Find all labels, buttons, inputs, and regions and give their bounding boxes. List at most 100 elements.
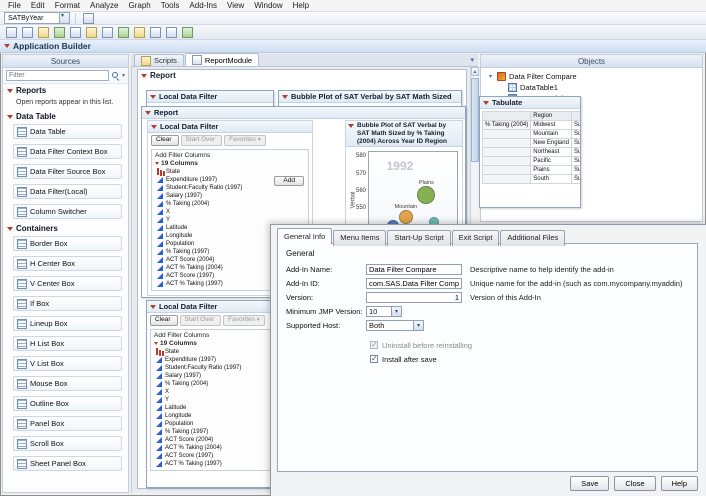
dialog-tab[interactable]: Start-Up Script — [387, 230, 450, 246]
add-button[interactable]: Add — [274, 176, 304, 187]
filter-column-item[interactable]: ACT Score (2004) — [155, 256, 275, 264]
filter-column-item[interactable]: Population — [155, 240, 275, 248]
source-item[interactable]: Data Filter(Local) — [13, 184, 122, 199]
data-table-icon[interactable] — [148, 26, 162, 38]
tabulate-header[interactable]: Tabulate — [480, 97, 580, 109]
source-item[interactable]: Outline Box — [13, 396, 122, 411]
filter-column-item[interactable]: State — [155, 168, 275, 176]
filter-column-item[interactable]: Population — [154, 420, 274, 428]
source-item[interactable]: Sheet Panel Box — [13, 456, 122, 471]
filter-column-item[interactable]: ACT % Taking (2004) — [154, 444, 274, 452]
profile-combo[interactable]: SATByYear — [4, 12, 70, 24]
module-tab[interactable]: Scripts — [134, 54, 184, 66]
source-item[interactable]: If Box — [13, 296, 122, 311]
filter-column-item[interactable]: ACT % Taking (1997) — [155, 280, 275, 288]
menu-item[interactable]: Analyze — [85, 0, 123, 11]
text-field[interactable] — [366, 292, 462, 303]
graph-icon[interactable] — [164, 26, 178, 38]
menu-item[interactable]: File — [3, 0, 26, 11]
scrollbar-thumb[interactable] — [471, 78, 479, 162]
filter-column-item[interactable]: Expenditure (1997) — [154, 356, 274, 364]
chevron-down-icon[interactable] — [59, 13, 69, 23]
filter-column-item[interactable]: Longitude — [155, 232, 275, 240]
expander-icon[interactable] — [487, 73, 494, 80]
menu-item[interactable]: Graph — [124, 0, 156, 11]
dialog-button[interactable]: Save — [570, 476, 609, 491]
source-item[interactable]: Panel Box — [13, 416, 122, 431]
run-script-icon[interactable] — [132, 26, 146, 38]
menu-item[interactable]: Add-Ins — [184, 0, 222, 11]
menu-item[interactable]: View — [222, 0, 249, 11]
source-item[interactable]: Border Box — [13, 236, 122, 251]
save-icon[interactable] — [36, 26, 50, 38]
filter-column-item[interactable]: ACT Score (2004) — [154, 436, 274, 444]
filter-column-item[interactable]: Salary (1997) — [154, 372, 274, 380]
application-builder-header[interactable]: Application Builder — [0, 40, 706, 53]
help-icon[interactable] — [180, 26, 194, 38]
bubble[interactable]: Mountain — [399, 210, 413, 224]
source-item[interactable]: Lineup Box — [13, 316, 122, 331]
dialog-tab[interactable]: Additional Files — [500, 230, 565, 246]
filter-column-item[interactable]: Student:Faculty Ratio (1997) — [155, 184, 275, 192]
filter-column-item[interactable]: ACT % Taking (2004) — [155, 264, 275, 272]
filter-column-item[interactable]: Expenditure (1997) — [155, 176, 275, 184]
menu-item[interactable]: Help — [288, 0, 314, 11]
text-field[interactable] — [366, 278, 462, 289]
filter-column-item[interactable]: Longitude — [154, 412, 274, 420]
menu-item[interactable]: Window — [249, 0, 287, 11]
filter-column-item[interactable]: % Taking (2004) — [154, 380, 274, 388]
filter-column-item[interactable]: Student:Faculty Ratio (1997) — [154, 364, 274, 372]
filter-column-item[interactable]: % Taking (1997) — [154, 428, 274, 436]
source-item[interactable]: Data Table — [13, 124, 122, 139]
filter-button[interactable]: Start Over — [180, 315, 222, 326]
text-field[interactable] — [366, 264, 462, 275]
checkbox[interactable] — [370, 355, 378, 363]
filter-column-item[interactable]: State — [154, 348, 274, 356]
reports-section-header[interactable]: Reports — [7, 86, 125, 95]
dropdown[interactable]: Both — [366, 320, 424, 331]
profile-settings-icon[interactable] — [81, 12, 95, 24]
dialog-button[interactable]: Close — [614, 476, 655, 491]
filter-column-item[interactable]: Latitude — [154, 404, 274, 412]
dialog-button[interactable]: Help — [661, 476, 698, 491]
filter-button[interactable]: Clear — [150, 315, 178, 326]
columns-count-header[interactable]: 19 Columns — [155, 160, 305, 167]
source-item[interactable]: Data Filter Source Box — [13, 164, 122, 179]
source-item[interactable]: Mouse Box — [13, 376, 122, 391]
local-data-filter-header[interactable]: Local Data Filter — [148, 121, 312, 133]
chevron-down-icon[interactable] — [391, 307, 401, 316]
filter-column-item[interactable]: ACT Score (1997) — [155, 272, 275, 280]
scroll-up-arrow-icon[interactable] — [471, 67, 479, 76]
filter-button[interactable]: Favorites▾ — [223, 315, 265, 326]
source-item[interactable]: V Center Box — [13, 276, 122, 291]
undo-icon[interactable] — [100, 26, 114, 38]
source-item[interactable]: H Center Box — [13, 256, 122, 271]
chevron-down-icon[interactable] — [413, 321, 423, 330]
tabulate-window[interactable]: Tabulate Region % Taking (2004) Midwest — [479, 96, 581, 208]
filter-options-chevron-icon[interactable] — [122, 72, 125, 79]
source-item[interactable]: V List Box — [13, 356, 122, 371]
filter-button[interactable]: Favorites▾ — [224, 135, 266, 146]
copy-icon[interactable] — [68, 26, 82, 38]
filter-column-item[interactable]: X — [154, 388, 274, 396]
dropdown[interactable]: 10 — [366, 306, 402, 317]
filter-column-item[interactable]: Salary (1997) — [155, 192, 275, 200]
report-root-header[interactable]: Report — [138, 70, 466, 81]
containers-section-header[interactable]: Containers — [7, 224, 125, 233]
module-tab[interactable]: ReportModule — [185, 53, 259, 66]
tree-item[interactable]: Data Filter Compare — [483, 71, 700, 82]
paste-icon[interactable] — [84, 26, 98, 38]
bubble-plot-header[interactable]: Bubble Plot of SAT Verbal by SAT Math Si… — [346, 121, 462, 147]
bubble[interactable]: Plains — [417, 186, 435, 204]
filter-column-item[interactable]: Y — [155, 216, 275, 224]
print-icon[interactable] — [52, 26, 66, 38]
source-item[interactable]: Data Filter Context Box — [13, 144, 122, 159]
dialog-tab[interactable]: General Info — [277, 228, 332, 244]
filter-column-item[interactable]: ACT Score (1997) — [154, 452, 274, 460]
data-table-section-header[interactable]: Data Table — [7, 112, 125, 121]
filter-column-item[interactable]: Latitude — [155, 224, 275, 232]
menu-item[interactable]: Edit — [26, 0, 50, 11]
dialog-tab[interactable]: Menu Items — [333, 230, 386, 246]
checkbox[interactable] — [370, 341, 378, 349]
filter-column-item[interactable]: % Taking (1997) — [155, 248, 275, 256]
